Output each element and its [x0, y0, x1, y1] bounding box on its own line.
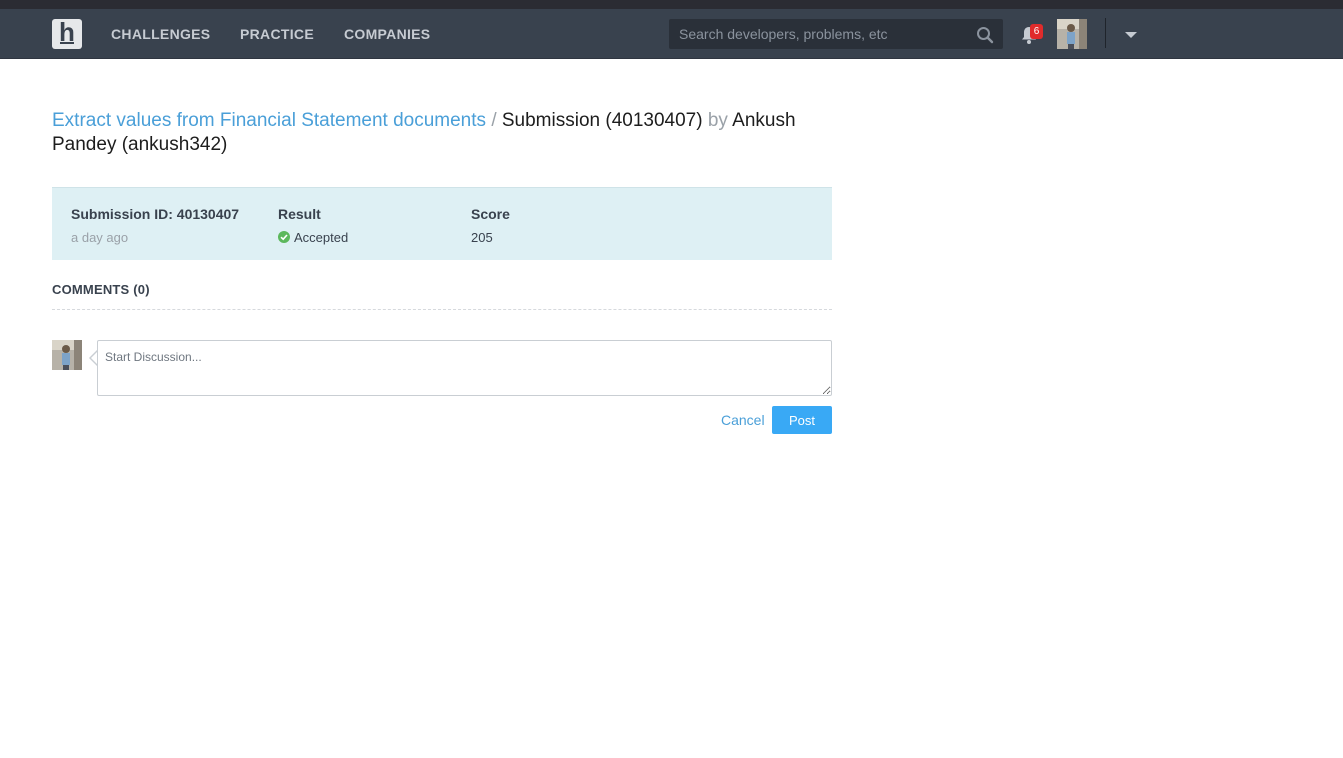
notification-badge: 6 — [1030, 24, 1043, 39]
nav-challenges[interactable]: CHALLENGES — [111, 26, 210, 42]
submission-summary: Submission ID: 40130407 a day ago Result… — [52, 187, 832, 260]
submission-title: Submission (40130407) — [501, 110, 703, 131]
score-value: 205 — [471, 230, 493, 245]
submission-id: Submission ID: 40130407 — [71, 206, 240, 222]
comment-avatar-image — [52, 340, 82, 370]
nav-practice[interactable]: PRACTICE — [240, 26, 314, 42]
challenge-link[interactable]: Extract values from Financial Statement … — [52, 110, 486, 131]
post-button[interactable]: Post — [772, 406, 832, 434]
by-text: by — [707, 110, 728, 131]
score-label: Score — [471, 206, 510, 222]
result-value: Accepted — [294, 230, 349, 245]
navbar: h CHALLENGES PRACTICE COMPANIES 6 — [0, 9, 1343, 59]
comments-divider — [52, 309, 832, 310]
comments-heading: COMMENTS (0) — [52, 282, 150, 297]
search-icon[interactable] — [976, 26, 994, 44]
submission-time: a day ago — [71, 230, 129, 245]
comment-avatar — [52, 340, 82, 370]
title-separator: / — [491, 110, 497, 131]
page-title: Extract values from Financial Statement … — [52, 109, 822, 157]
user-avatar[interactable] — [1057, 19, 1087, 49]
result-status: Accepted — [278, 230, 348, 245]
comment-textarea[interactable] — [97, 340, 832, 396]
navbar-divider — [1105, 18, 1106, 48]
search-box — [669, 19, 1003, 49]
cancel-link[interactable]: Cancel — [721, 412, 765, 428]
search-input[interactable] — [670, 20, 970, 48]
result-label: Result — [278, 206, 321, 222]
comment-box — [97, 340, 832, 396]
hackerrank-logo[interactable]: h — [52, 19, 82, 49]
top-strip — [0, 0, 1343, 9]
nav-companies[interactable]: COMPANIES — [344, 26, 430, 42]
avatar-image — [1057, 19, 1087, 49]
check-circle-icon — [278, 231, 290, 243]
logo-underline — [60, 42, 74, 44]
chevron-down-icon[interactable] — [1124, 30, 1138, 40]
